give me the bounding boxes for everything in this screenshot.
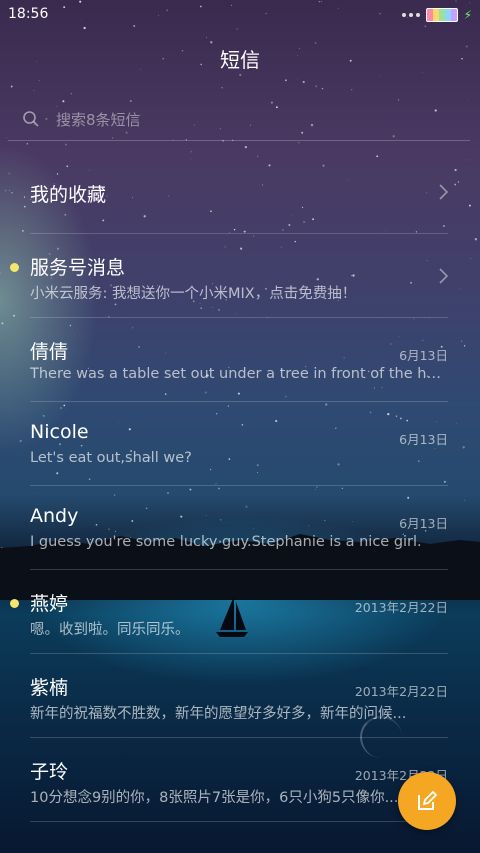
conversation-name: Nicole	[30, 421, 89, 443]
conversation-name: Andy	[30, 505, 79, 527]
signal-dots-icon	[401, 13, 420, 17]
conversation-date: 6月13日	[399, 348, 448, 363]
battery-icon	[425, 8, 458, 22]
status-indicators: ⚡	[401, 8, 472, 22]
conversation-name: 我的收藏	[30, 184, 107, 206]
search-bar[interactable]	[8, 98, 470, 141]
list-item-favorites[interactable]: 我的收藏	[30, 150, 448, 234]
conversation-name: 服务号消息	[30, 257, 126, 279]
list-item[interactable]: 倩倩 6月13日 There was a table set out under…	[30, 318, 448, 402]
search-icon	[23, 111, 39, 127]
conversation-preview: I guess you're some lucky guy.Stephanie …	[30, 534, 422, 550]
status-bar: 18:56 ⚡	[0, 0, 480, 30]
status-time: 18:56	[8, 6, 49, 22]
chevron-right-icon	[439, 184, 448, 200]
conversation-date: 2013年2月22日	[354, 600, 448, 615]
charging-icon: ⚡	[463, 8, 472, 22]
conversation-preview: 新年的祝福数不胜数，新年的愿望好多好多，新年的问候...	[30, 706, 407, 722]
list-item[interactable]: Nicole 6月13日 Let's eat out,shall we?	[30, 402, 448, 486]
page-title: 短信	[220, 48, 260, 72]
unread-dot	[10, 263, 19, 272]
conversation-preview: Let's eat out,shall we?	[30, 450, 192, 466]
conversation-preview: 10分想念9别的你，8张照片7张是你，6只小狗5只像你...	[30, 790, 399, 806]
list-item[interactable]: Andy 6月13日 I guess you're some lucky guy…	[30, 486, 448, 570]
conversation-name: 燕婷	[30, 593, 69, 615]
list-item[interactable]: 紫楠 2013年2月22日 新年的祝福数不胜数，新年的愿望好多好多，新年的问候.…	[30, 654, 448, 738]
conversation-date: 2013年2月22日	[354, 684, 448, 699]
conversation-name: 倩倩	[30, 341, 69, 363]
conversation-list: 我的收藏 服务号消息 小米云服务: 我想送你一个小米MIX，点击免费抽！ 倩倩 …	[0, 150, 480, 822]
conversation-preview: 嗯。收到啦。同乐同乐。	[30, 622, 190, 638]
conversation-preview: 小米云服务: 我想送你一个小米MIX，点击免费抽！	[30, 286, 357, 302]
conversation-preview: There was a table set out under a tree i…	[30, 366, 448, 382]
compose-button[interactable]	[398, 772, 456, 830]
search-input[interactable]	[54, 106, 438, 134]
list-item-service-messages[interactable]: 服务号消息 小米云服务: 我想送你一个小米MIX，点击免费抽！	[10, 234, 448, 318]
conversation-date: 6月13日	[399, 432, 448, 447]
list-item[interactable]: 燕婷 2013年2月22日 嗯。收到啦。同乐同乐。	[10, 570, 448, 654]
conversation-name: 子玲	[30, 761, 69, 783]
chevron-right-icon	[439, 268, 448, 284]
conversation-name: 紫楠	[30, 677, 69, 699]
conversation-date: 6月13日	[399, 516, 448, 531]
list-item[interactable]: 子玲 2013年2月22日 10分想念9别的你，8张照片7张是你，6只小狗5只像…	[30, 738, 448, 822]
unread-dot	[10, 599, 19, 608]
compose-icon	[418, 790, 438, 810]
